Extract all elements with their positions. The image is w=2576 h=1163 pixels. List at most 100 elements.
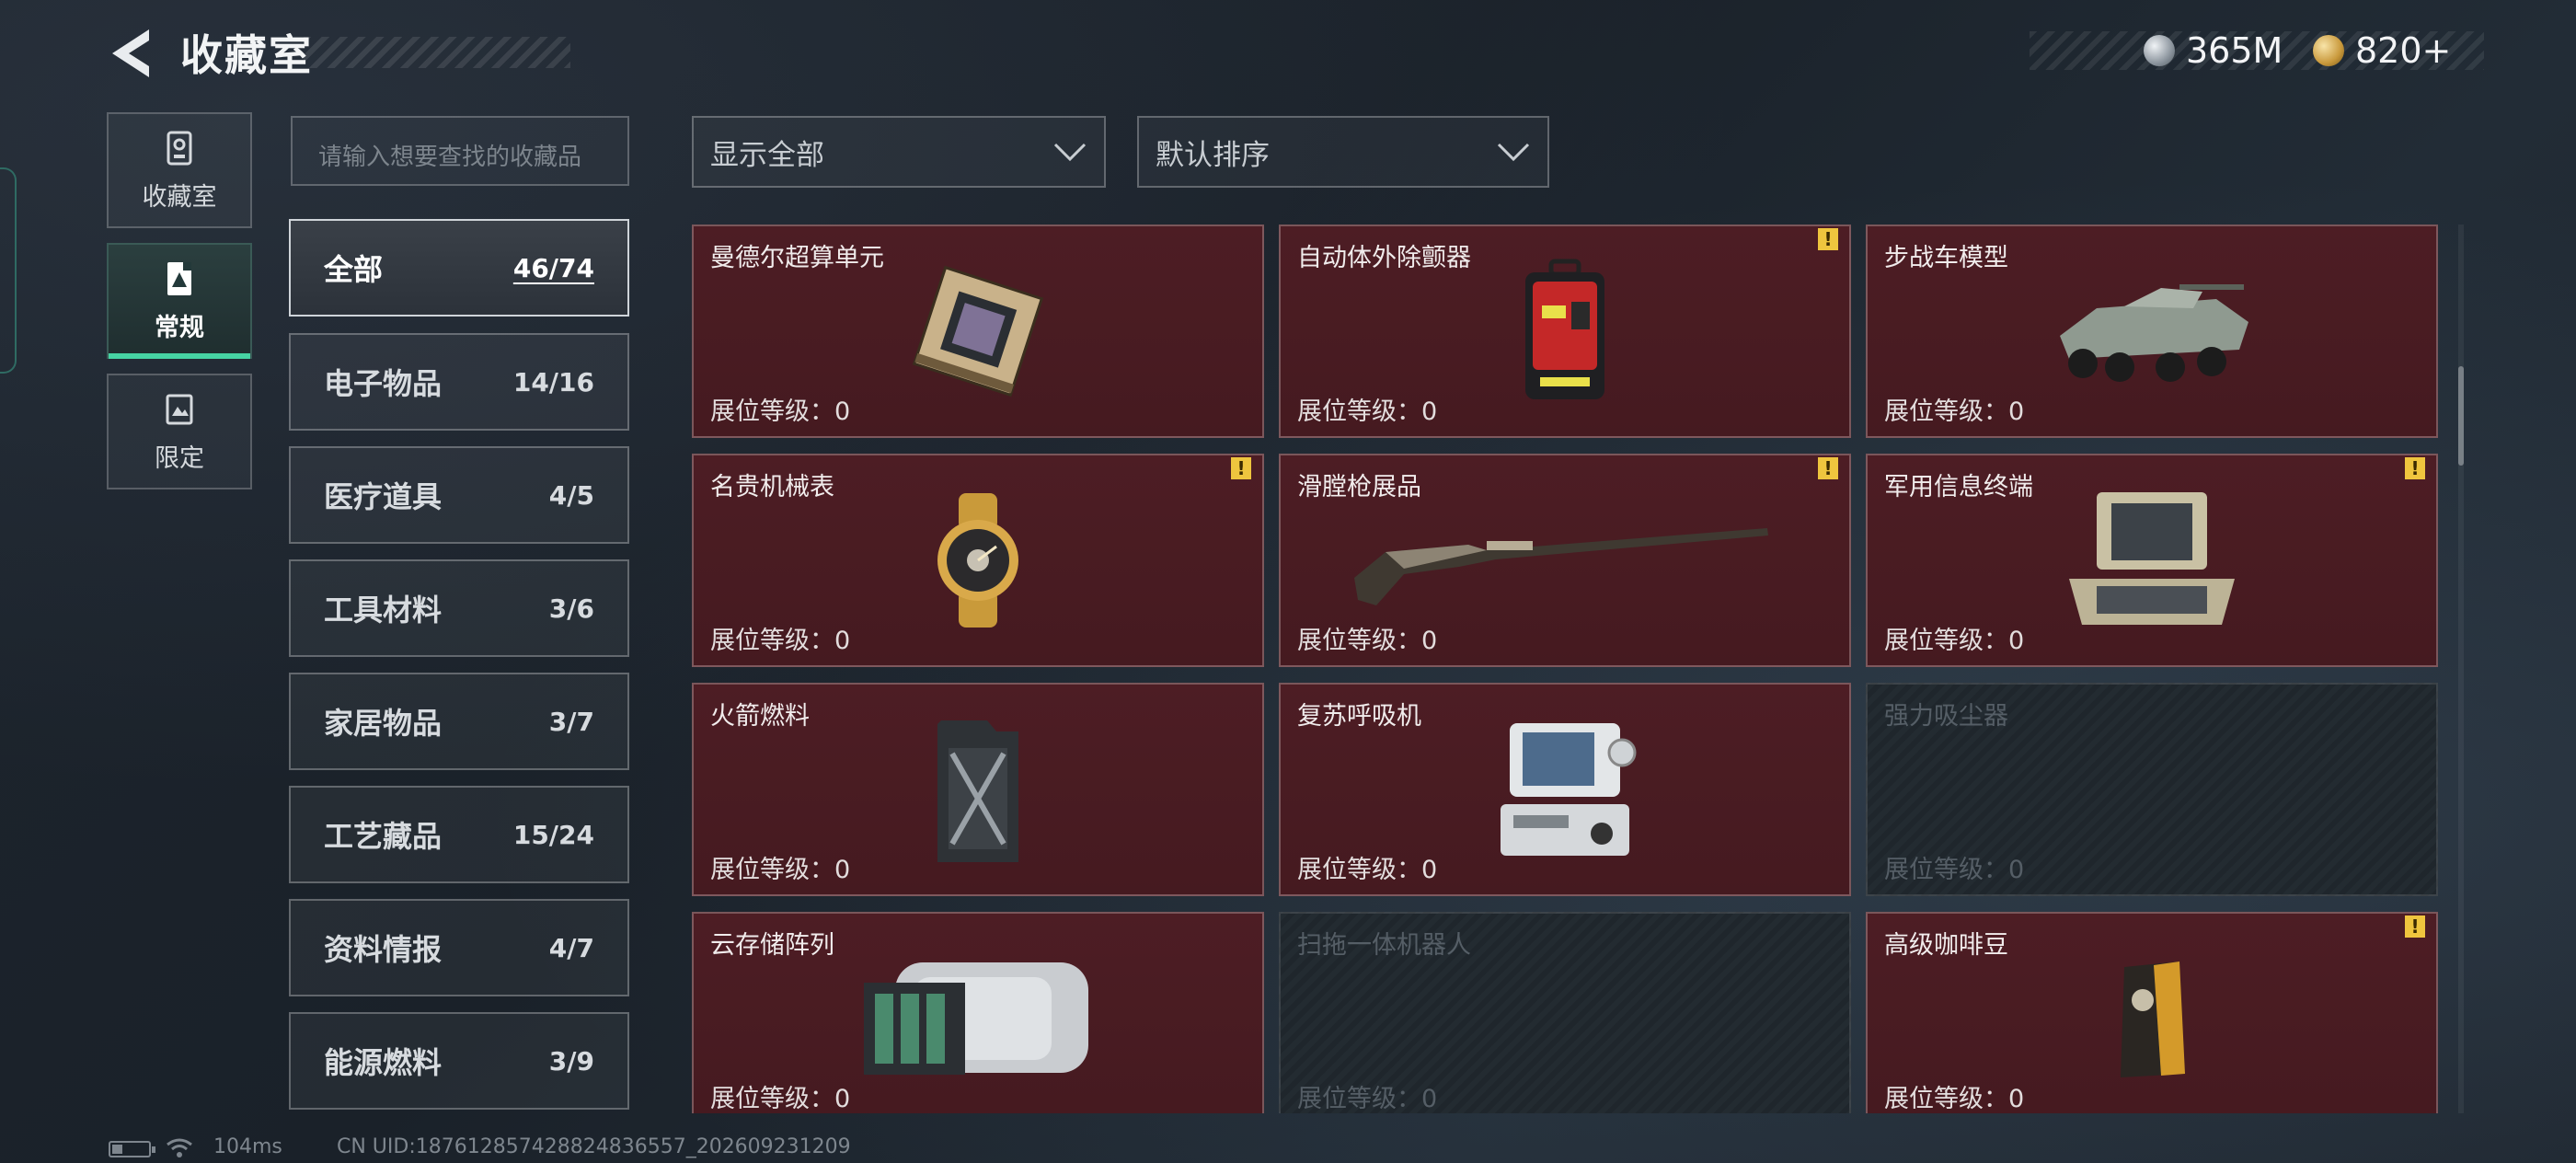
back-arrow-icon[interactable] <box>109 28 155 79</box>
watch-icon <box>937 493 1018 628</box>
item-card[interactable]: 滑膛枪展品 ! 展位等级：0 <box>1279 454 1851 667</box>
ifv-model-icon <box>2060 284 2248 382</box>
battery-level-fill <box>112 1145 122 1154</box>
category-name: 全部 <box>324 252 384 287</box>
ping-readout: 104ms <box>213 1135 282 1158</box>
category-intel[interactable]: 资料情报 4/7 <box>289 899 629 996</box>
limited-card-icon <box>166 394 193 424</box>
grid-scrollbar-thumb[interactable] <box>2458 366 2464 466</box>
category-household[interactable]: 家居物品 3/7 <box>289 673 629 770</box>
item-booth-level: 展位等级：0 <box>1297 856 1438 884</box>
category-crafts[interactable]: 工艺藏品 15/24 <box>289 786 629 883</box>
category-count: 15/24 <box>512 819 594 850</box>
category-name: 资料情报 <box>324 932 443 967</box>
category-tools[interactable]: 工具材料 3/6 <box>289 559 629 657</box>
silver-coin-icon <box>2144 35 2175 66</box>
category-count: 4/7 <box>548 932 594 963</box>
tab-collection-room-label: 收藏室 <box>142 182 217 212</box>
chevron-down-icon <box>1497 143 1530 162</box>
category-name: 电子物品 <box>324 366 443 401</box>
item-booth-level: 展位等级：0 <box>1884 397 2025 426</box>
item-name: 自动体外除颤器 <box>1297 244 1471 272</box>
item-booth-level: 展位等级：0 <box>710 627 851 655</box>
military-terminal-icon <box>2069 492 2235 625</box>
item-card-locked[interactable]: 强力吸尘器 展位等级：0 <box>1866 683 2438 896</box>
defibrillator-icon <box>1525 259 1604 399</box>
title-decoration <box>304 37 570 68</box>
item-name: 扫拖一体机器人 <box>1297 931 1471 960</box>
category-all[interactable]: 全部 46/74 <box>289 219 629 317</box>
silver-currency: 365M <box>2144 28 2283 74</box>
category-count: 3/7 <box>548 706 594 737</box>
display-filter-value: 显示全部 <box>710 138 824 172</box>
category-name: 工艺藏品 <box>324 819 443 854</box>
item-booth-level: 展位等级：0 <box>1884 627 2025 655</box>
item-booth-level: 展位等级：0 <box>1297 627 1438 655</box>
silver-currency-value: 365M <box>2186 30 2283 71</box>
item-booth-level: 展位等级：0 <box>1884 1085 2025 1113</box>
item-card[interactable]: 自动体外除颤器 ! 展位等级：0 <box>1279 225 1851 438</box>
display-filter-dropdown[interactable]: 显示全部 <box>692 116 1106 188</box>
item-card[interactable]: 火箭燃料 展位等级：0 <box>692 683 1264 896</box>
item-card[interactable]: 军用信息终端 ! 展位等级：0 <box>1866 454 2438 667</box>
item-name: 军用信息终端 <box>1884 473 2033 501</box>
side-drawer-handle[interactable] <box>0 167 17 374</box>
category-fuel[interactable]: 能源燃料 3/9 <box>289 1012 629 1110</box>
item-name: 复苏呼吸机 <box>1297 702 1421 731</box>
category-count: 4/5 <box>548 479 594 511</box>
sort-value: 默认排序 <box>1156 138 1270 172</box>
regular-card-icon <box>167 261 191 295</box>
category-name: 能源燃料 <box>324 1045 443 1080</box>
item-booth-level: 展位等级：0 <box>710 397 851 426</box>
collection-grid[interactable]: 曼德尔超算单元 展位等级：0 自动体外除颤器 ! 展位等级：0 步战车模型 展位… <box>692 225 2449 1113</box>
search-input[interactable]: 请输入想要查找的收藏品 <box>291 116 629 186</box>
tab-regular[interactable]: 常规 <box>107 243 252 359</box>
musket-icon <box>1354 528 1768 605</box>
alert-icon: ! <box>1818 228 1838 250</box>
item-booth-level: 展位等级：0 <box>710 856 851 884</box>
storage-array-icon <box>864 962 1088 1075</box>
category-name: 医疗道具 <box>324 479 443 514</box>
tab-limited[interactable]: 限定 <box>107 374 252 489</box>
item-card[interactable]: 步战车模型 展位等级：0 <box>1866 225 2438 438</box>
item-card-locked[interactable]: 扫拖一体机器人 展位等级：0 <box>1279 912 1851 1113</box>
chevron-down-icon <box>1053 143 1087 162</box>
grid-scrollbar[interactable] <box>2458 225 2464 1113</box>
category-count: 14/16 <box>512 366 594 397</box>
item-card[interactable]: 曼德尔超算单元 展位等级：0 <box>692 225 1264 438</box>
item-booth-level: 展位等级：0 <box>710 1085 851 1113</box>
sort-dropdown[interactable]: 默认排序 <box>1137 116 1549 188</box>
item-name: 云存储阵列 <box>710 931 834 960</box>
item-name: 滑膛枪展品 <box>1297 473 1421 501</box>
category-count: 3/9 <box>548 1045 594 1077</box>
alert-icon: ! <box>2405 915 2425 938</box>
gold-currency-value: 820+ <box>2355 30 2452 71</box>
item-card[interactable]: 复苏呼吸机 展位等级：0 <box>1279 683 1851 896</box>
coffee-bag-icon <box>2121 961 2185 1077</box>
category-medical[interactable]: 医疗道具 4/5 <box>289 446 629 544</box>
category-count: 46/74 <box>512 252 594 283</box>
tab-limited-label: 限定 <box>155 443 204 473</box>
item-card[interactable]: 高级咖啡豆 ! 展位等级：0 <box>1866 912 2438 1113</box>
item-booth-level: 展位等级：0 <box>1297 1085 1438 1113</box>
battery-icon <box>109 1141 155 1157</box>
category-count: 3/6 <box>548 593 594 624</box>
item-card[interactable]: 云存储阵列 展位等级：0 <box>692 912 1264 1113</box>
wifi-icon <box>167 1138 192 1157</box>
category-electronics[interactable]: 电子物品 14/16 <box>289 333 629 431</box>
item-card[interactable]: 名贵机械表 ! 展位等级：0 <box>692 454 1264 667</box>
item-name: 步战车模型 <box>1884 244 2008 272</box>
item-name: 火箭燃料 <box>710 702 810 731</box>
page-title: 收藏室 <box>180 30 313 80</box>
alert-icon: ! <box>2405 457 2425 479</box>
ventilator-icon <box>1501 723 1637 856</box>
tab-collection-room[interactable]: 收藏室 <box>107 112 252 228</box>
item-name: 高级咖啡豆 <box>1884 931 2008 960</box>
gold-currency[interactable]: 820+ <box>2313 28 2451 74</box>
collection-room-icon <box>167 131 192 165</box>
alert-icon: ! <box>1231 457 1251 479</box>
item-name: 曼德尔超算单元 <box>710 244 884 272</box>
item-name: 强力吸尘器 <box>1884 702 2008 731</box>
fuel-canister-icon <box>937 720 1018 862</box>
item-booth-level: 展位等级：0 <box>1297 397 1438 426</box>
